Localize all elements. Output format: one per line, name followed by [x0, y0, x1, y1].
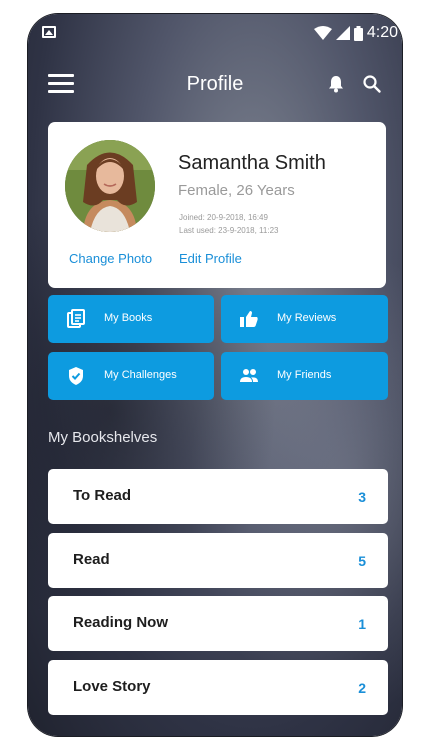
bookshelves-title: My Bookshelves — [48, 429, 158, 446]
bookshelf-item-reading-now[interactable]: Reading Now 1 — [48, 596, 388, 651]
bookshelf-item-read[interactable]: Read 5 — [48, 533, 388, 588]
battery-icon — [353, 25, 363, 41]
bookshelf-name: Love Story — [73, 678, 151, 695]
bookshelf-item-to-read[interactable]: To Read 3 — [48, 469, 388, 524]
search-icon[interactable] — [362, 74, 382, 94]
people-icon — [240, 369, 258, 382]
my-reviews-label: My Reviews — [277, 312, 337, 324]
change-photo-link[interactable]: Change Photo — [69, 251, 152, 266]
bookshelf-count: 3 — [358, 489, 366, 505]
my-friends-label: My Friends — [277, 369, 332, 381]
app-bar: Profile — [28, 66, 402, 106]
bookshelf-count: 5 — [358, 553, 366, 569]
avatar — [65, 140, 155, 232]
phone-screen: 4:20 Profile Samantha Smith Female, 26 Y… — [28, 14, 402, 736]
bookshelf-name: To Read — [73, 487, 132, 504]
signal-icon — [335, 26, 350, 40]
profile-card: Samantha Smith Female, 26 Years Joined: … — [48, 122, 386, 288]
bookshelf-count: 1 — [358, 616, 366, 632]
my-challenges-label: My Challenges — [104, 369, 177, 381]
wifi-icon — [313, 26, 332, 40]
last-used-date: Last used: 23-9-2018, 11:23 — [179, 226, 279, 235]
page-title: Profile — [186, 73, 244, 95]
profile-name: Samantha Smith — [178, 152, 326, 174]
image-icon — [42, 26, 56, 38]
my-reviews-button[interactable]: My Reviews — [221, 295, 388, 343]
book-icon — [67, 309, 85, 328]
thumbs-up-icon — [240, 311, 258, 327]
joined-date: Joined: 20-9-2018, 16:49 — [179, 213, 268, 222]
bookshelf-name: Read — [73, 551, 110, 568]
bookshelf-count: 2 — [358, 680, 366, 696]
status-right: 4:20 — [313, 24, 398, 42]
my-books-button[interactable]: My Books — [48, 295, 214, 343]
status-time: 4:20 — [366, 24, 398, 41]
bookshelf-item-love-story[interactable]: Love Story 2 — [48, 660, 388, 715]
bell-icon[interactable] — [328, 75, 344, 93]
my-challenges-button[interactable]: My Challenges — [48, 352, 214, 400]
edit-profile-link[interactable]: Edit Profile — [179, 251, 242, 266]
profile-subtitle: Female, 26 Years — [178, 182, 295, 199]
shield-check-icon — [69, 367, 83, 385]
my-friends-button[interactable]: My Friends — [221, 352, 388, 400]
my-books-label: My Books — [104, 312, 153, 324]
bookshelf-name: Reading Now — [73, 614, 169, 631]
status-bar: 4:20 — [28, 14, 402, 52]
